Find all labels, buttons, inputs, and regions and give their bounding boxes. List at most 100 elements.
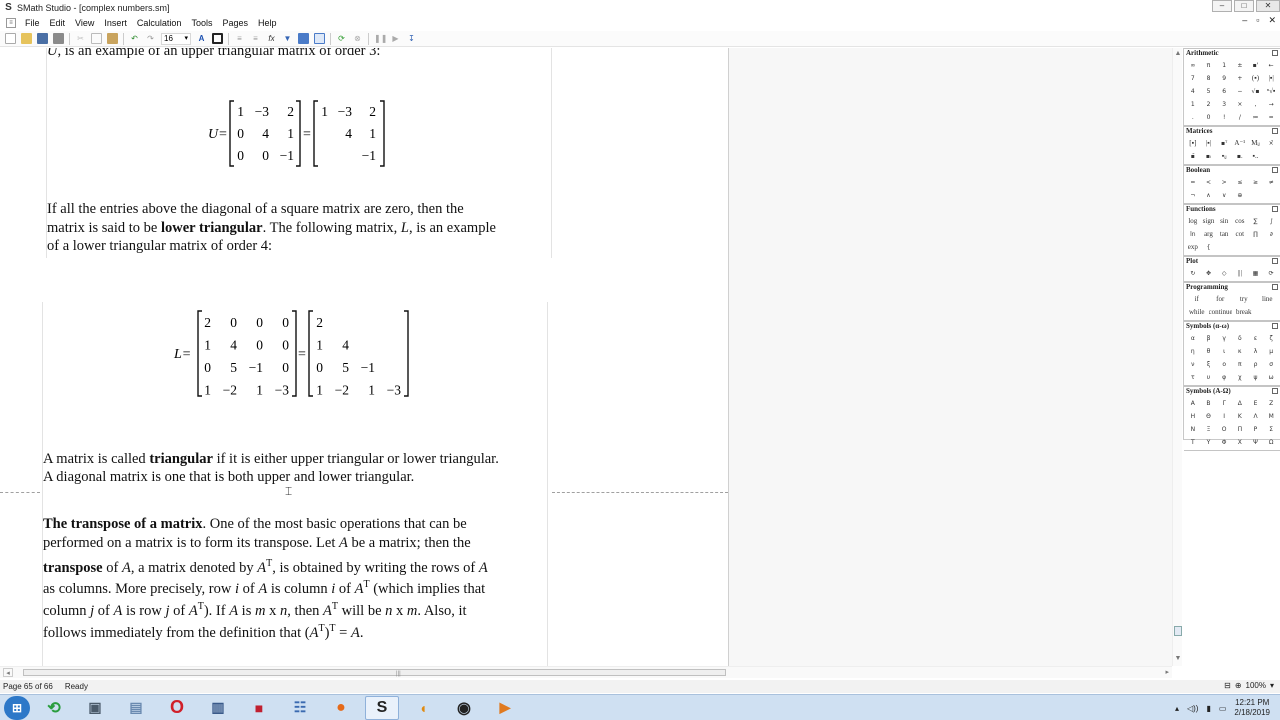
scroll-left-icon[interactable]: ◂ (3, 668, 13, 677)
worksheet-canvas[interactable]: U, is an example of an upper triangular … (0, 48, 1172, 666)
opera-icon[interactable]: O (160, 696, 194, 720)
triangular-def-line-1[interactable]: A matrix is called triangular if it is e… (43, 450, 499, 469)
panel-header[interactable]: Symbols (α-ω) (1184, 321, 1280, 330)
palette-button[interactable]: ε (1248, 332, 1264, 345)
transpose-line-5[interactable]: column j of A is row j of AT). If A is m… (43, 598, 467, 620)
palette-button[interactable]: [▪] (1185, 137, 1201, 150)
scroll-down-icon[interactable]: ▼ (1174, 655, 1182, 663)
menu-help[interactable]: Help (255, 18, 284, 28)
palette-button[interactable]: if (1185, 293, 1209, 306)
palette-button[interactable]: α (1185, 332, 1201, 345)
panel-header[interactable]: Plot (1184, 256, 1280, 265)
align-center-icon[interactable]: ≡ (250, 33, 261, 44)
collapse-icon[interactable] (1272, 206, 1278, 212)
collapse-icon[interactable] (1272, 128, 1278, 134)
palette-button[interactable]: ρ (1248, 358, 1264, 371)
palette-button[interactable]: line (1256, 293, 1280, 306)
palette-button[interactable]: Π (1232, 423, 1248, 436)
taskbar-app-icon[interactable]: ⟲ (37, 696, 71, 720)
panel-header[interactable]: Functions (1184, 204, 1280, 213)
firefox-icon[interactable]: ● (324, 696, 358, 720)
palette-button[interactable]: 4 (1185, 85, 1201, 98)
palette-button[interactable]: continue (1209, 306, 1233, 319)
palette-button[interactable]: Χ (1232, 436, 1248, 449)
palette-button[interactable]: ∞ (1185, 59, 1201, 72)
palette-button[interactable]: (▪) (1248, 72, 1264, 85)
doc-minimize-button[interactable]: – (1242, 15, 1247, 26)
palette-button[interactable]: ∧ (1201, 189, 1217, 202)
palette-button[interactable]: 3 (1216, 98, 1232, 111)
document-icon[interactable]: ≡ (6, 17, 16, 28)
palette-button[interactable]: = (1185, 176, 1201, 189)
palette-button[interactable]: = (1263, 111, 1279, 124)
palette-button[interactable]: 8 (1201, 72, 1217, 85)
collapse-icon[interactable] (1272, 50, 1278, 56)
collapse-icon[interactable] (1272, 258, 1278, 264)
pause-icon[interactable]: ❚❚ (374, 33, 387, 44)
panel-header[interactable]: Symbols (A-Ω) (1184, 386, 1280, 395)
palette-button[interactable]: Κ (1232, 410, 1248, 423)
clock[interactable]: 12:21 PM 2/18/2019 (1234, 698, 1270, 718)
palette-button[interactable]: ≤ (1232, 176, 1248, 189)
palette-button[interactable]: Α (1185, 397, 1201, 410)
palette-button[interactable]: > (1216, 176, 1232, 189)
horizontal-scroll-thumb[interactable]: ||| (23, 669, 726, 677)
vertical-scroll-thumb[interactable] (1174, 626, 1182, 636)
smath-taskbar-icon[interactable]: S (365, 695, 399, 720)
palette-button[interactable]: Η (1185, 410, 1201, 423)
transpose-line-4[interactable]: as columns. More precisely, row i of A i… (43, 576, 485, 598)
menu-calculation[interactable]: Calculation (134, 18, 189, 28)
palette-button[interactable]: ↻ (1185, 267, 1201, 280)
palette-button[interactable]: 1 (1216, 59, 1232, 72)
doc-restore-button[interactable]: ▫ (1256, 15, 1259, 26)
palette-button[interactable]: Φ (1216, 436, 1232, 449)
zoom-control[interactable]: ⊟ ⊕ 100% ▾ (1224, 681, 1274, 690)
palette-button[interactable]: Ρ (1248, 423, 1264, 436)
text-color-icon[interactable]: A (196, 33, 207, 44)
palette-button[interactable]: π (1232, 358, 1248, 371)
palette-button[interactable]: |▪| (1201, 137, 1217, 150)
menu-view[interactable]: View (72, 18, 101, 28)
panel-header[interactable]: Matrices (1184, 126, 1280, 135)
palette-button[interactable]: ¬ (1185, 189, 1201, 202)
action-center-icon[interactable]: ▭ (1219, 704, 1227, 713)
palette-button[interactable]: ▪ᵀ (1216, 137, 1232, 150)
palette-button[interactable]: μ (1263, 345, 1279, 358)
doc-close-button[interactable]: ✕ (1268, 15, 1276, 26)
taskbar-app-icon[interactable]: ☷ (283, 696, 317, 720)
palette-button[interactable]: Λ (1248, 410, 1264, 423)
palette-button[interactable]: 7 (1185, 72, 1201, 85)
palette-button[interactable]: { (1201, 241, 1217, 254)
palette-button[interactable]: ≥ (1248, 176, 1264, 189)
font-size-select[interactable]: 16 ▾ (161, 32, 191, 45)
palette-button[interactable]: ◇ (1216, 267, 1232, 280)
table-icon[interactable] (314, 33, 325, 44)
palette-button[interactable]: δ (1232, 332, 1248, 345)
lower-def-line-1[interactable]: If all the entries above the diagonal of… (47, 200, 464, 219)
palette-button[interactable]: × (1232, 98, 1248, 111)
palette-button[interactable]: 6 (1216, 85, 1232, 98)
palette-button[interactable]: 1 (1185, 98, 1201, 111)
palette-button[interactable]: − (1232, 85, 1248, 98)
transpose-line-6[interactable]: follows immediately from the definition … (43, 620, 363, 642)
function-icon[interactable]: fx (266, 33, 277, 44)
palette-button[interactable]: ξ (1201, 358, 1217, 371)
page-layout-icon[interactable]: ⊟ (1224, 681, 1231, 690)
menu-pages[interactable]: Pages (219, 18, 255, 28)
palette-button[interactable]: ▪. (1232, 150, 1248, 163)
palette-button[interactable]: while (1185, 306, 1209, 319)
scroll-up-icon[interactable]: ▲ (1174, 50, 1182, 58)
align-icon[interactable]: ≡ (234, 33, 245, 44)
palette-button[interactable]: ▪' (1248, 59, 1264, 72)
palette-button[interactable]: ×̄ (1263, 137, 1279, 150)
palette-button[interactable]: η (1185, 345, 1201, 358)
palette-button[interactable]: ≔ (1248, 111, 1264, 124)
palette-button[interactable]: π (1201, 59, 1217, 72)
palette-button[interactable]: ▪ᵢⱼ (1216, 150, 1232, 163)
palette-button[interactable]: ≠ (1263, 176, 1279, 189)
palette-button[interactable]: ✥ (1201, 267, 1217, 280)
palette-button[interactable]: ψ (1248, 371, 1264, 384)
palette-button[interactable]: Δ (1232, 397, 1248, 410)
panel-header[interactable]: Programming (1184, 282, 1280, 291)
palette-button[interactable]: ζ (1263, 332, 1279, 345)
